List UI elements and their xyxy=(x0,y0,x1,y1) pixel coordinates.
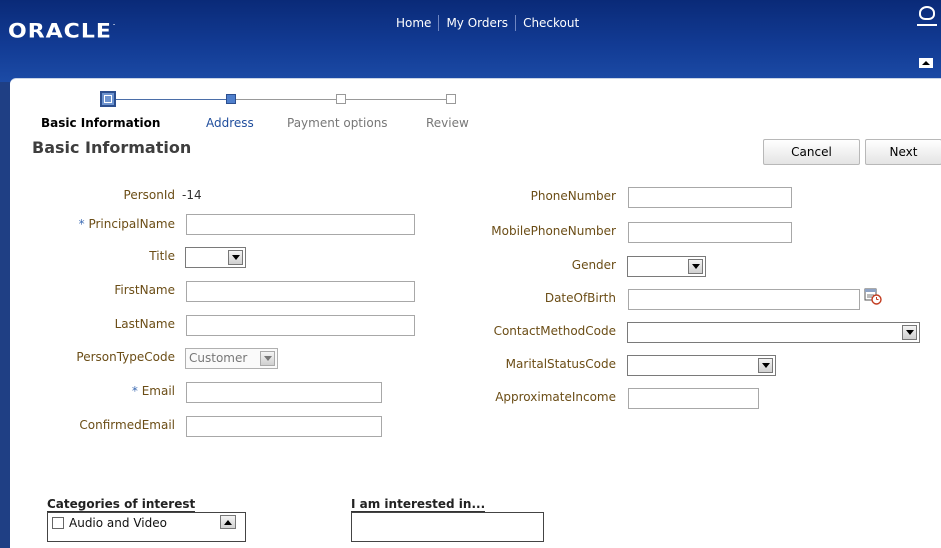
first-name-label: FirstName xyxy=(114,283,175,297)
approximate-income-field[interactable] xyxy=(628,388,759,409)
confirmed-email-label: ConfirmedEmail xyxy=(79,418,175,432)
categories-list[interactable]: Audio and Video xyxy=(47,512,246,542)
chevron-down-icon[interactable] xyxy=(688,259,703,274)
person-id-label: PersonId xyxy=(123,188,175,202)
gender-label: Gender xyxy=(571,258,616,272)
nav-my-orders-link[interactable]: My Orders xyxy=(438,15,515,31)
interested-in-heading: I am interested in... xyxy=(351,497,486,512)
train-label-basic-info: Basic Information xyxy=(41,116,161,130)
approximate-income-label: ApproximateIncome xyxy=(495,390,616,404)
app-header: ORACLE. Home My Orders Checkout xyxy=(0,0,941,82)
principal-name-field[interactable] xyxy=(186,214,415,235)
train-label-address[interactable]: Address xyxy=(206,116,254,130)
cancel-button[interactable]: Cancel xyxy=(763,139,860,165)
user-icon[interactable] xyxy=(917,6,937,26)
train-stop-basic-info xyxy=(100,91,116,107)
title-select[interactable] xyxy=(185,247,246,268)
category-item-label: Audio and Video xyxy=(69,516,167,530)
phone-number-field[interactable] xyxy=(628,187,792,208)
first-name-field[interactable] xyxy=(186,281,415,302)
categories-heading: Categories of interest xyxy=(47,497,196,512)
contact-method-select[interactable] xyxy=(627,322,920,343)
main-panel: Basic Information Address Payment option… xyxy=(10,78,941,548)
mobile-phone-field[interactable] xyxy=(628,222,792,243)
required-marker: * xyxy=(78,217,85,231)
email-field[interactable] xyxy=(186,382,382,403)
calendar-clock-icon[interactable] xyxy=(864,287,882,305)
phone-number-label: PhoneNumber xyxy=(530,189,616,203)
page-title: Basic Information xyxy=(32,138,192,157)
nav-home-link[interactable]: Home xyxy=(392,15,438,31)
collapse-up-icon[interactable] xyxy=(919,58,933,68)
scroll-up-icon[interactable] xyxy=(220,515,236,529)
chevron-down-icon[interactable] xyxy=(758,358,773,373)
date-of-birth-label: DateOfBirth xyxy=(544,291,616,305)
last-name-label: LastName xyxy=(114,317,175,331)
train-stop-review xyxy=(446,94,456,104)
mobile-phone-label: MobilePhoneNumber xyxy=(491,224,616,238)
required-marker: * xyxy=(131,384,138,398)
date-of-birth-field[interactable] xyxy=(628,289,860,310)
confirmed-email-field[interactable] xyxy=(186,416,382,437)
person-id-value: -14 xyxy=(182,188,202,202)
chevron-down-icon xyxy=(260,351,275,366)
nav-checkout-link[interactable]: Checkout xyxy=(515,15,586,31)
train-label-review: Review xyxy=(426,116,469,130)
marital-status-label: MaritalStatusCode xyxy=(505,357,616,371)
top-nav: Home My Orders Checkout xyxy=(392,15,586,31)
train-label-payment: Payment options xyxy=(287,116,388,130)
train-connector xyxy=(236,99,336,100)
next-button[interactable]: Next xyxy=(865,139,941,165)
oracle-logo: ORACLE. xyxy=(8,20,117,43)
train-connector xyxy=(116,99,226,100)
chevron-down-icon[interactable] xyxy=(902,325,917,340)
train-stop-payment xyxy=(336,94,346,104)
chevron-down-icon[interactable] xyxy=(228,250,243,265)
person-type-select: Customer xyxy=(185,348,278,369)
train-stop-address[interactable] xyxy=(226,94,236,104)
last-name-field[interactable] xyxy=(186,315,415,336)
principal-name-label: * PrincipalName xyxy=(78,217,175,231)
person-type-value: Customer xyxy=(189,351,248,365)
title-label: Title xyxy=(149,249,175,263)
gender-select[interactable] xyxy=(627,256,706,277)
audio-video-checkbox[interactable] xyxy=(52,517,64,529)
interested-in-list[interactable] xyxy=(351,512,544,542)
contact-method-label: ContactMethodCode xyxy=(493,324,616,338)
train-connector xyxy=(346,99,446,100)
person-type-label: PersonTypeCode xyxy=(76,350,175,364)
email-label: * Email xyxy=(131,384,175,398)
marital-status-select[interactable] xyxy=(627,355,776,376)
